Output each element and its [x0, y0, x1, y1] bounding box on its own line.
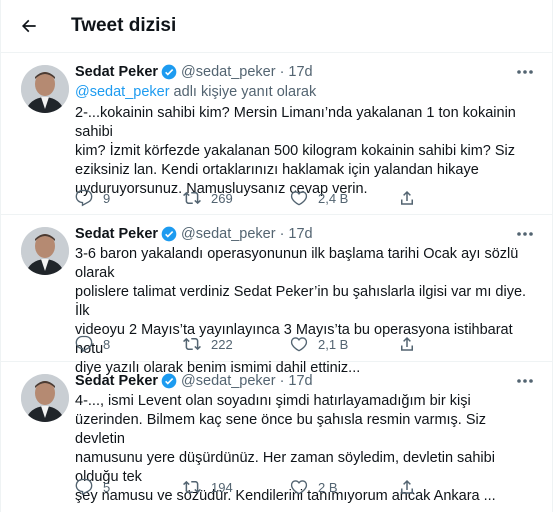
more-dots-icon [517, 232, 533, 236]
reply-bubble-icon [75, 478, 93, 496]
avatar[interactable] [21, 374, 69, 422]
retweet-icon [183, 480, 201, 494]
avatar-image [21, 374, 69, 422]
separator-dot: · [279, 226, 285, 242]
author-handle[interactable]: @sedat_peker [181, 225, 276, 243]
retweet-button[interactable]: 222 [183, 335, 290, 353]
share-button[interactable] [398, 335, 416, 353]
more-dots-icon [517, 70, 533, 74]
retweet-icon [183, 337, 201, 351]
reply-to-handle-link[interactable]: @sedat_peker [75, 84, 170, 100]
tweet-actions: 5 194 2 B [75, 478, 536, 496]
more-button[interactable] [514, 372, 536, 390]
verified-badge-icon [161, 226, 177, 242]
tweet-content: Sedat Peker @sedat_peker · 17d @sedat_pe… [75, 63, 536, 199]
back-button[interactable] [11, 8, 47, 44]
share-button[interactable] [398, 189, 416, 207]
like-count: 2 B [318, 479, 338, 495]
separator-dot: · [279, 64, 285, 80]
heart-icon [290, 337, 308, 352]
tweet-time[interactable]: 17d [288, 372, 312, 390]
reply-button[interactable]: 9 [75, 189, 183, 207]
author-name[interactable]: Sedat Peker [75, 63, 158, 81]
retweet-button[interactable]: 269 [183, 189, 290, 207]
tweet-text: 2-...kokainin sahibi kim? Mersin Limanı’… [75, 105, 516, 197]
share-icon [401, 479, 413, 494]
reply-button[interactable]: 8 [75, 335, 183, 353]
tweet-time[interactable]: 17d [288, 63, 312, 81]
tweet-header: Sedat Peker @sedat_peker · 17d [75, 372, 536, 390]
avatar-image [21, 65, 69, 113]
reply-button[interactable]: 5 [75, 478, 183, 496]
retweet-icon [183, 191, 201, 205]
like-button[interactable]: 2,4 B [290, 189, 398, 207]
tweet-header: Sedat Peker @sedat_peker · 17d [75, 225, 536, 243]
page-title: Tweet dizisi [71, 15, 177, 36]
tweet-actions: 8 222 2,1 B [75, 335, 536, 353]
reply-count: 8 [103, 336, 111, 352]
like-button[interactable]: 2,1 B [290, 335, 398, 353]
separator-dot: · [279, 373, 285, 389]
arrow-left-icon [21, 19, 36, 33]
author-name[interactable]: Sedat Peker [75, 225, 158, 243]
verified-badge-icon [161, 373, 177, 389]
reply-count: 9 [103, 190, 111, 206]
tweet-content: Sedat Peker @sedat_peker · 17d 3-6 baron… [75, 225, 536, 378]
share-icon [401, 190, 413, 205]
header-bar: Tweet dizisi [1, 0, 552, 53]
share-button[interactable] [398, 478, 416, 496]
verified-badge-icon [161, 64, 177, 80]
more-button[interactable] [514, 225, 536, 243]
retweet-count: 194 [211, 479, 233, 495]
reply-bubble-icon [75, 189, 93, 207]
heart-icon [290, 480, 308, 495]
more-button[interactable] [514, 63, 536, 81]
tweet-thread-page: Tweet dizisi Sedat Peker @sedat_peker · … [0, 0, 553, 512]
like-count: 2,1 B [318, 336, 349, 352]
more-dots-icon [517, 379, 533, 383]
like-count: 2,4 B [318, 190, 349, 206]
retweet-count: 222 [211, 336, 233, 352]
tweet-header: Sedat Peker @sedat_peker · 17d [75, 63, 536, 81]
avatar-image [21, 227, 69, 275]
tweet-time[interactable]: 17d [288, 225, 312, 243]
tweet-text: 3-6 baron yakalandı operasyonunun ilk ba… [75, 246, 527, 376]
tweet-3[interactable]: Sedat Peker @sedat_peker · 17d 4-..., is… [1, 362, 552, 512]
like-button[interactable]: 2 B [290, 478, 398, 496]
author-handle[interactable]: @sedat_peker [181, 63, 276, 81]
reply-bubble-icon [75, 335, 93, 353]
tweet-actions: 9 269 2,4 B [75, 189, 536, 207]
retweet-button[interactable]: 194 [183, 478, 290, 496]
retweet-count: 269 [211, 190, 233, 206]
author-handle[interactable]: @sedat_peker [181, 372, 276, 390]
reply-context: @sedat_peker adlı kişiye yanıt olarak [75, 83, 536, 102]
tweet-1[interactable]: Sedat Peker @sedat_peker · 17d @sedat_pe… [1, 53, 552, 215]
share-icon [401, 336, 413, 351]
tweet-2[interactable]: Sedat Peker @sedat_peker · 17d 3-6 baron… [1, 215, 552, 376]
author-name[interactable]: Sedat Peker [75, 372, 158, 390]
heart-icon [290, 191, 308, 206]
reply-to-suffix: adlı kişiye yanıt olarak [169, 84, 317, 100]
avatar[interactable] [21, 65, 69, 113]
avatar[interactable] [21, 227, 69, 275]
reply-count: 5 [103, 479, 111, 495]
